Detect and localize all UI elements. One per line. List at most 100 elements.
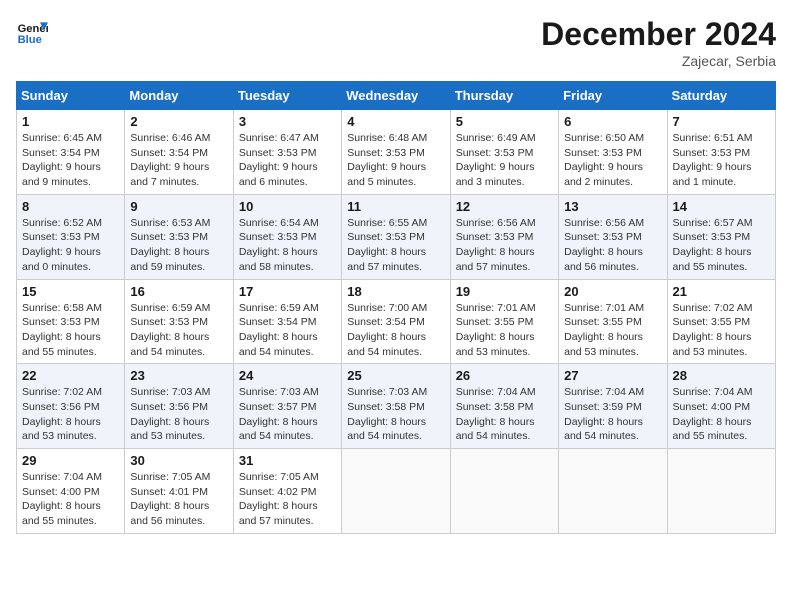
day-info: Sunrise: 7:04 AM Sunset: 4:00 PM Dayligh… [22, 470, 119, 529]
day-number: 30 [130, 453, 227, 468]
column-header-tuesday: Tuesday [233, 82, 341, 110]
calendar-cell: 4 Sunrise: 6:48 AM Sunset: 3:53 PM Dayli… [342, 110, 450, 195]
calendar-cell: 12 Sunrise: 6:56 AM Sunset: 3:53 PM Dayl… [450, 194, 558, 279]
day-info: Sunrise: 7:01 AM Sunset: 3:55 PM Dayligh… [456, 301, 553, 360]
calendar-week-4: 22 Sunrise: 7:02 AM Sunset: 3:56 PM Dayl… [17, 364, 776, 449]
day-number: 12 [456, 199, 553, 214]
calendar-cell: 3 Sunrise: 6:47 AM Sunset: 3:53 PM Dayli… [233, 110, 341, 195]
day-number: 11 [347, 199, 444, 214]
calendar-cell [667, 449, 775, 534]
calendar-cell: 20 Sunrise: 7:01 AM Sunset: 3:55 PM Dayl… [559, 279, 667, 364]
day-info: Sunrise: 7:02 AM Sunset: 3:56 PM Dayligh… [22, 385, 119, 444]
day-info: Sunrise: 7:03 AM Sunset: 3:57 PM Dayligh… [239, 385, 336, 444]
calendar-table: SundayMondayTuesdayWednesdayThursdayFrid… [16, 81, 776, 534]
day-number: 10 [239, 199, 336, 214]
calendar-cell: 30 Sunrise: 7:05 AM Sunset: 4:01 PM Dayl… [125, 449, 233, 534]
day-info: Sunrise: 6:52 AM Sunset: 3:53 PM Dayligh… [22, 216, 119, 275]
calendar-cell: 17 Sunrise: 6:59 AM Sunset: 3:54 PM Dayl… [233, 279, 341, 364]
day-info: Sunrise: 6:48 AM Sunset: 3:53 PM Dayligh… [347, 131, 444, 190]
day-number: 7 [673, 114, 770, 129]
day-number: 22 [22, 368, 119, 383]
calendar-cell: 8 Sunrise: 6:52 AM Sunset: 3:53 PM Dayli… [17, 194, 125, 279]
calendar-cell: 28 Sunrise: 7:04 AM Sunset: 4:00 PM Dayl… [667, 364, 775, 449]
day-info: Sunrise: 7:00 AM Sunset: 3:54 PM Dayligh… [347, 301, 444, 360]
day-number: 29 [22, 453, 119, 468]
day-number: 24 [239, 368, 336, 383]
day-info: Sunrise: 7:04 AM Sunset: 3:58 PM Dayligh… [456, 385, 553, 444]
day-number: 31 [239, 453, 336, 468]
day-info: Sunrise: 7:04 AM Sunset: 4:00 PM Dayligh… [673, 385, 770, 444]
calendar-cell: 25 Sunrise: 7:03 AM Sunset: 3:58 PM Dayl… [342, 364, 450, 449]
column-header-sunday: Sunday [17, 82, 125, 110]
calendar-cell: 21 Sunrise: 7:02 AM Sunset: 3:55 PM Dayl… [667, 279, 775, 364]
calendar-week-1: 1 Sunrise: 6:45 AM Sunset: 3:54 PM Dayli… [17, 110, 776, 195]
day-number: 4 [347, 114, 444, 129]
month-title: December 2024 [541, 16, 776, 53]
calendar-cell: 10 Sunrise: 6:54 AM Sunset: 3:53 PM Dayl… [233, 194, 341, 279]
day-info: Sunrise: 6:50 AM Sunset: 3:53 PM Dayligh… [564, 131, 661, 190]
column-header-thursday: Thursday [450, 82, 558, 110]
logo: General Blue [16, 16, 48, 48]
day-number: 9 [130, 199, 227, 214]
column-header-saturday: Saturday [667, 82, 775, 110]
day-number: 2 [130, 114, 227, 129]
calendar-cell [342, 449, 450, 534]
day-info: Sunrise: 6:54 AM Sunset: 3:53 PM Dayligh… [239, 216, 336, 275]
day-number: 13 [564, 199, 661, 214]
day-info: Sunrise: 7:05 AM Sunset: 4:02 PM Dayligh… [239, 470, 336, 529]
calendar-cell: 14 Sunrise: 6:57 AM Sunset: 3:53 PM Dayl… [667, 194, 775, 279]
calendar-cell: 23 Sunrise: 7:03 AM Sunset: 3:56 PM Dayl… [125, 364, 233, 449]
calendar-cell: 1 Sunrise: 6:45 AM Sunset: 3:54 PM Dayli… [17, 110, 125, 195]
day-info: Sunrise: 6:56 AM Sunset: 3:53 PM Dayligh… [456, 216, 553, 275]
calendar-cell: 6 Sunrise: 6:50 AM Sunset: 3:53 PM Dayli… [559, 110, 667, 195]
day-info: Sunrise: 6:58 AM Sunset: 3:53 PM Dayligh… [22, 301, 119, 360]
calendar-cell: 26 Sunrise: 7:04 AM Sunset: 3:58 PM Dayl… [450, 364, 558, 449]
day-number: 16 [130, 284, 227, 299]
page-header: General Blue December 2024 Zajecar, Serb… [16, 16, 776, 69]
day-number: 25 [347, 368, 444, 383]
day-number: 26 [456, 368, 553, 383]
day-info: Sunrise: 6:56 AM Sunset: 3:53 PM Dayligh… [564, 216, 661, 275]
day-number: 18 [347, 284, 444, 299]
day-info: Sunrise: 6:47 AM Sunset: 3:53 PM Dayligh… [239, 131, 336, 190]
day-number: 17 [239, 284, 336, 299]
column-header-friday: Friday [559, 82, 667, 110]
day-number: 19 [456, 284, 553, 299]
calendar-cell: 5 Sunrise: 6:49 AM Sunset: 3:53 PM Dayli… [450, 110, 558, 195]
day-info: Sunrise: 7:03 AM Sunset: 3:58 PM Dayligh… [347, 385, 444, 444]
calendar-cell: 13 Sunrise: 6:56 AM Sunset: 3:53 PM Dayl… [559, 194, 667, 279]
calendar-cell: 27 Sunrise: 7:04 AM Sunset: 3:59 PM Dayl… [559, 364, 667, 449]
day-info: Sunrise: 7:05 AM Sunset: 4:01 PM Dayligh… [130, 470, 227, 529]
day-info: Sunrise: 6:46 AM Sunset: 3:54 PM Dayligh… [130, 131, 227, 190]
calendar-cell [450, 449, 558, 534]
day-info: Sunrise: 6:45 AM Sunset: 3:54 PM Dayligh… [22, 131, 119, 190]
day-number: 20 [564, 284, 661, 299]
day-info: Sunrise: 7:03 AM Sunset: 3:56 PM Dayligh… [130, 385, 227, 444]
day-number: 3 [239, 114, 336, 129]
day-number: 15 [22, 284, 119, 299]
calendar-cell: 16 Sunrise: 6:59 AM Sunset: 3:53 PM Dayl… [125, 279, 233, 364]
calendar-week-5: 29 Sunrise: 7:04 AM Sunset: 4:00 PM Dayl… [17, 449, 776, 534]
location-subtitle: Zajecar, Serbia [541, 53, 776, 69]
day-number: 28 [673, 368, 770, 383]
day-number: 21 [673, 284, 770, 299]
calendar-cell: 7 Sunrise: 6:51 AM Sunset: 3:53 PM Dayli… [667, 110, 775, 195]
column-header-wednesday: Wednesday [342, 82, 450, 110]
calendar-cell: 11 Sunrise: 6:55 AM Sunset: 3:53 PM Dayl… [342, 194, 450, 279]
day-info: Sunrise: 7:02 AM Sunset: 3:55 PM Dayligh… [673, 301, 770, 360]
svg-text:Blue: Blue [18, 34, 42, 46]
logo-icon: General Blue [16, 16, 48, 48]
day-number: 8 [22, 199, 119, 214]
day-number: 14 [673, 199, 770, 214]
calendar-cell: 19 Sunrise: 7:01 AM Sunset: 3:55 PM Dayl… [450, 279, 558, 364]
day-info: Sunrise: 6:59 AM Sunset: 3:53 PM Dayligh… [130, 301, 227, 360]
title-block: December 2024 Zajecar, Serbia [541, 16, 776, 69]
calendar-week-2: 8 Sunrise: 6:52 AM Sunset: 3:53 PM Dayli… [17, 194, 776, 279]
day-number: 1 [22, 114, 119, 129]
day-info: Sunrise: 6:49 AM Sunset: 3:53 PM Dayligh… [456, 131, 553, 190]
day-info: Sunrise: 6:53 AM Sunset: 3:53 PM Dayligh… [130, 216, 227, 275]
calendar-cell: 15 Sunrise: 6:58 AM Sunset: 3:53 PM Dayl… [17, 279, 125, 364]
calendar-cell [559, 449, 667, 534]
calendar-cell: 2 Sunrise: 6:46 AM Sunset: 3:54 PM Dayli… [125, 110, 233, 195]
day-info: Sunrise: 6:51 AM Sunset: 3:53 PM Dayligh… [673, 131, 770, 190]
